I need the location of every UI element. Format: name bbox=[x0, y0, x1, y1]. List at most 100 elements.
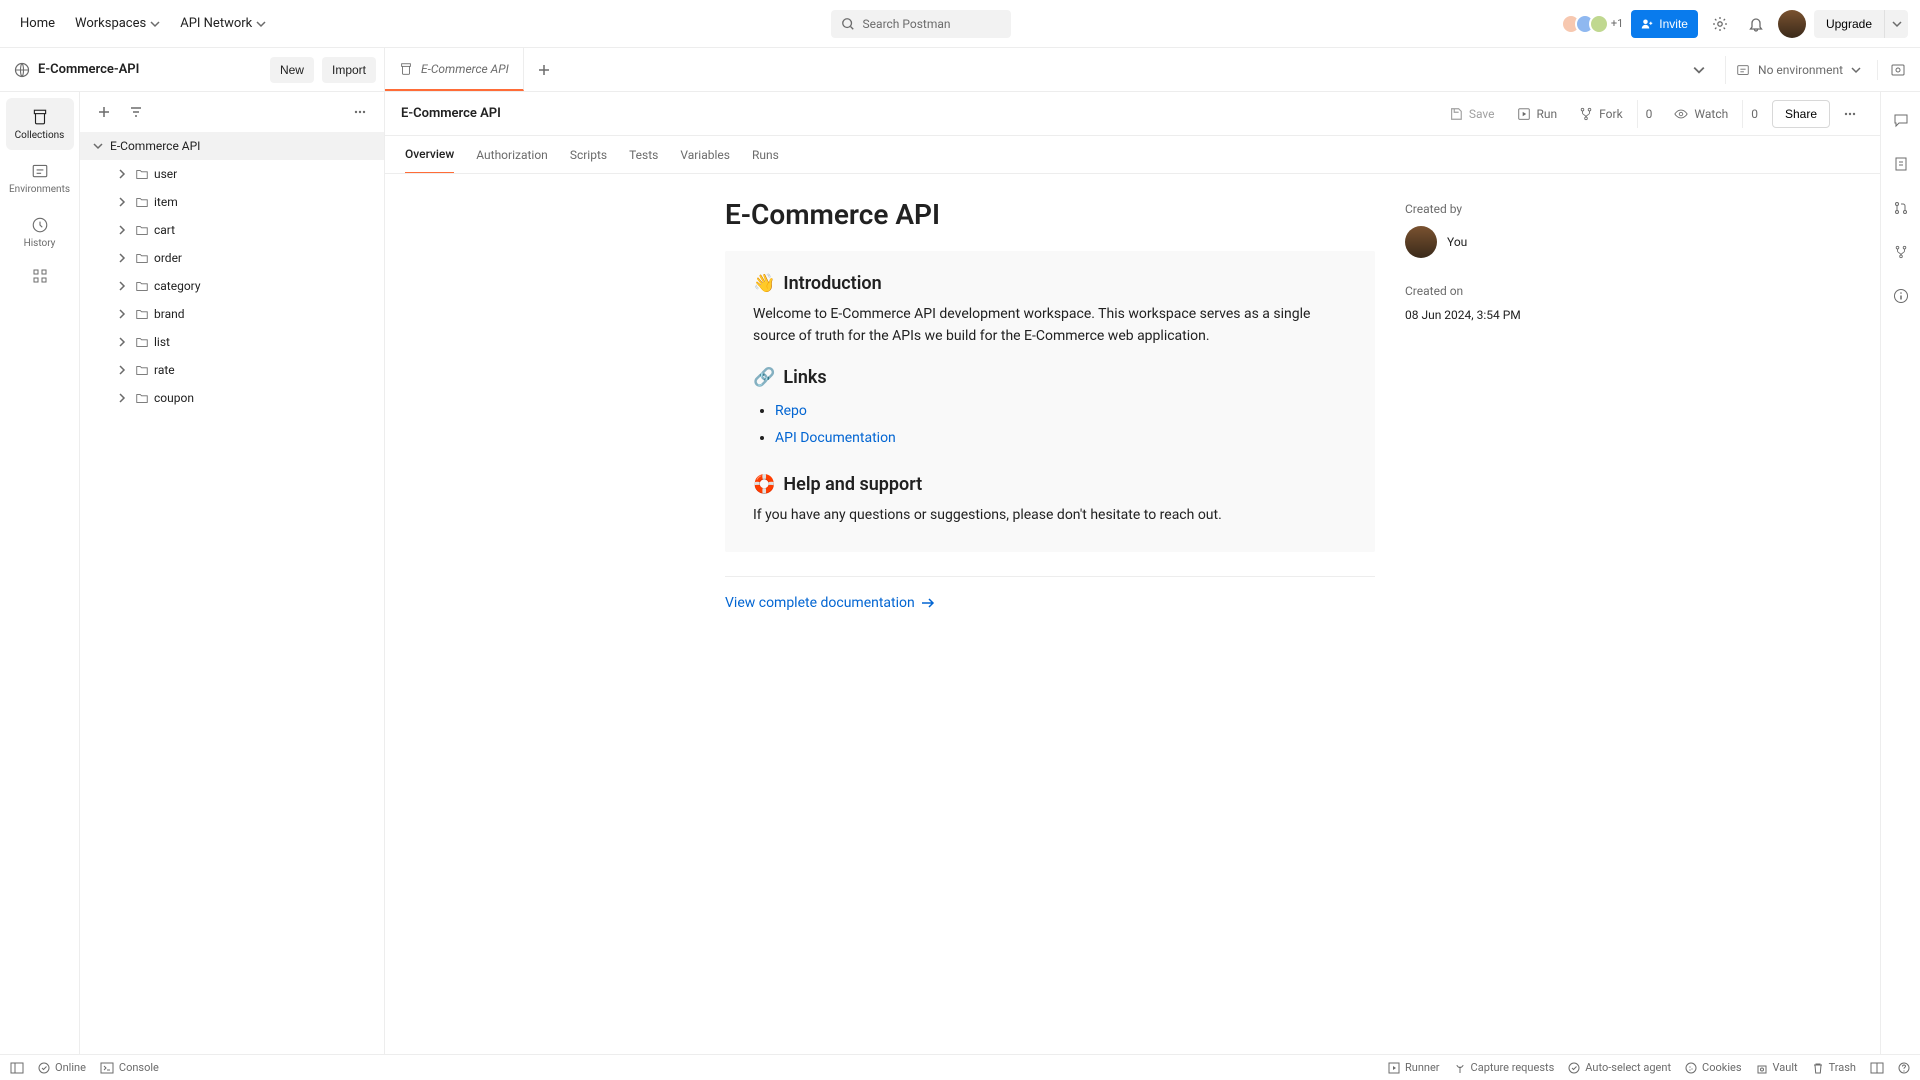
profile-avatar[interactable] bbox=[1778, 10, 1806, 38]
workspace-header: E-Commerce-API New Import bbox=[0, 48, 385, 91]
collection-icon bbox=[31, 108, 49, 126]
workspace-title[interactable]: E-Commerce-API bbox=[8, 62, 262, 78]
eye-icon bbox=[1674, 107, 1688, 121]
created-by-user[interactable]: You bbox=[1405, 226, 1625, 258]
status-capture[interactable]: Capture requests bbox=[1454, 1061, 1555, 1074]
tree-folder[interactable]: list bbox=[80, 328, 384, 356]
terminal-icon bbox=[100, 1062, 114, 1074]
separator bbox=[725, 576, 1375, 577]
sidebar-options-button[interactable] bbox=[346, 98, 374, 126]
settings-button[interactable] bbox=[1706, 10, 1734, 38]
sidebar-toggle-button[interactable] bbox=[10, 1062, 24, 1074]
avatar-overflow-count: +1 bbox=[1611, 17, 1623, 30]
ctab-authorization[interactable]: Authorization bbox=[476, 136, 548, 173]
layout-toggle-button[interactable] bbox=[1870, 1062, 1884, 1074]
status-runner[interactable]: Runner bbox=[1388, 1061, 1440, 1074]
rail-collections[interactable]: Collections bbox=[6, 98, 74, 150]
link-repo[interactable]: Repo bbox=[775, 403, 807, 419]
tree-folder[interactable]: cart bbox=[80, 216, 384, 244]
documentation: E-Commerce API 👋 Introduction Welcome to… bbox=[725, 174, 1375, 1054]
forks-pane-button[interactable] bbox=[1887, 238, 1915, 266]
status-trash[interactable]: Trash bbox=[1812, 1061, 1856, 1074]
collection-tree: E-Commerce API useritemcartordercategory… bbox=[80, 132, 384, 1054]
wave-icon: 👋 bbox=[753, 273, 775, 294]
link-api-docs[interactable]: API Documentation bbox=[775, 430, 896, 446]
search-input[interactable]: Search Postman bbox=[831, 10, 1011, 38]
chevron-right-icon bbox=[117, 281, 127, 291]
tree-folder[interactable]: brand bbox=[80, 300, 384, 328]
tree-folder[interactable]: user bbox=[80, 160, 384, 188]
info-button[interactable] bbox=[1887, 282, 1915, 310]
request-tab-active[interactable]: E-Commerce API bbox=[385, 48, 524, 91]
status-cookies[interactable]: Cookies bbox=[1685, 1061, 1741, 1074]
status-console[interactable]: Console bbox=[100, 1061, 159, 1074]
chevron-right-icon bbox=[117, 197, 127, 207]
tree-folder[interactable]: order bbox=[80, 244, 384, 272]
arrow-right-icon bbox=[921, 597, 935, 609]
upgrade-menu-button[interactable] bbox=[1884, 10, 1908, 38]
new-tab-button[interactable] bbox=[524, 48, 564, 91]
env-quicklook-button[interactable] bbox=[1884, 56, 1912, 84]
tree-folder[interactable]: category bbox=[80, 272, 384, 300]
import-button[interactable]: Import bbox=[322, 57, 376, 83]
docs-pane-button[interactable] bbox=[1887, 150, 1915, 178]
more-actions-button[interactable] bbox=[1836, 100, 1864, 128]
nav-home[interactable]: Home bbox=[12, 10, 63, 37]
cookie-icon bbox=[1685, 1062, 1697, 1074]
trash-icon bbox=[1812, 1062, 1824, 1074]
folder-icon bbox=[135, 167, 149, 181]
folder-icon bbox=[135, 391, 149, 405]
nav-workspaces[interactable]: Workspaces bbox=[67, 10, 168, 37]
status-agent[interactable]: Auto-select agent bbox=[1568, 1061, 1671, 1074]
rail-history[interactable]: History bbox=[6, 206, 74, 258]
upgrade-button[interactable]: Upgrade bbox=[1814, 10, 1884, 38]
help-button[interactable] bbox=[1898, 1062, 1910, 1074]
comments-button[interactable] bbox=[1887, 106, 1915, 134]
status-vault[interactable]: Vault bbox=[1756, 1061, 1798, 1074]
folder-icon bbox=[135, 223, 149, 237]
gear-icon bbox=[1712, 16, 1728, 32]
pull-request-button[interactable] bbox=[1887, 194, 1915, 222]
sidebar-toolbar bbox=[80, 92, 384, 132]
folder-icon bbox=[135, 363, 149, 377]
panel-icon bbox=[10, 1062, 24, 1074]
ctab-overview[interactable]: Overview bbox=[405, 136, 454, 173]
tree-folder[interactable]: rate bbox=[80, 356, 384, 384]
invite-button[interactable]: Invite bbox=[1631, 10, 1698, 38]
view-docs-link[interactable]: View complete documentation bbox=[725, 595, 935, 611]
ctab-tests[interactable]: Tests bbox=[629, 136, 658, 173]
fork-button[interactable]: Fork bbox=[1571, 100, 1631, 128]
new-button[interactable]: New bbox=[270, 57, 314, 83]
info-icon bbox=[1893, 288, 1909, 304]
chevron-right-icon bbox=[117, 393, 127, 403]
share-button[interactable]: Share bbox=[1772, 100, 1830, 128]
status-online[interactable]: Online bbox=[38, 1061, 86, 1074]
env-icon bbox=[31, 162, 49, 180]
rail-configure[interactable] bbox=[24, 260, 56, 292]
intro-body: Welcome to E-Commerce API development wo… bbox=[753, 304, 1347, 347]
fork-count: 0 bbox=[1637, 100, 1661, 128]
tree-folder[interactable]: coupon bbox=[80, 384, 384, 412]
ctab-runs[interactable]: Runs bbox=[752, 136, 779, 173]
chevron-right-icon bbox=[117, 253, 127, 263]
tree-folder[interactable]: item bbox=[80, 188, 384, 216]
run-button[interactable]: Run bbox=[1509, 100, 1566, 128]
save-button[interactable]: Save bbox=[1441, 100, 1503, 128]
nav-api-network[interactable]: API Network bbox=[172, 10, 274, 37]
notifications-button[interactable] bbox=[1742, 10, 1770, 38]
chevron-right-icon bbox=[117, 365, 127, 375]
rail-environments[interactable]: Environments bbox=[6, 152, 74, 204]
environment-selector[interactable]: No environment bbox=[1725, 56, 1871, 84]
tree-folder-label: brand bbox=[154, 307, 185, 321]
tab-overflow-button[interactable] bbox=[1685, 56, 1713, 84]
avatar-cluster[interactable]: +1 bbox=[1567, 14, 1623, 34]
eye-box-icon bbox=[1890, 62, 1906, 78]
comment-icon bbox=[1893, 112, 1909, 128]
create-collection-button[interactable] bbox=[90, 98, 118, 126]
filter-button[interactable] bbox=[122, 98, 150, 126]
ctab-variables[interactable]: Variables bbox=[680, 136, 730, 173]
tree-root[interactable]: E-Commerce API bbox=[80, 132, 384, 160]
ctab-scripts[interactable]: Scripts bbox=[570, 136, 607, 173]
watch-button[interactable]: Watch bbox=[1666, 100, 1736, 128]
chevron-down-icon bbox=[150, 19, 160, 29]
